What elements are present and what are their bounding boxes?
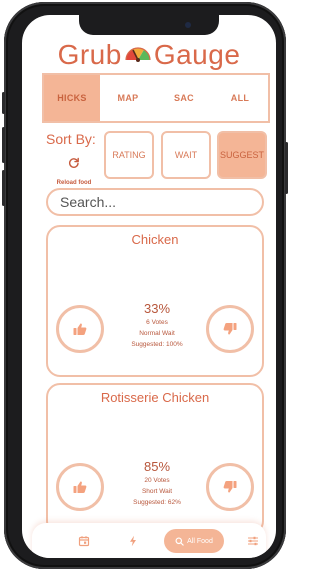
- nav-lightning[interactable]: [125, 533, 141, 549]
- sort-label-container: Sort By:: [46, 131, 104, 149]
- nav-all-food-label: All Food: [187, 537, 213, 545]
- lightning-icon: [130, 535, 136, 547]
- nav-filters[interactable]: [245, 533, 261, 549]
- rating-percent: 33%: [143, 301, 171, 316]
- wait-status: Normal Wait: [139, 330, 175, 337]
- food-name: Chicken: [131, 232, 179, 247]
- reload-icon: [68, 157, 79, 168]
- vote-count: 20 Votes: [144, 477, 170, 484]
- phone-side-button: [2, 92, 5, 114]
- tab-all[interactable]: ALL: [212, 75, 268, 121]
- nav-calendar[interactable]: [76, 533, 92, 549]
- bottom-nav: All Food: [32, 523, 266, 558]
- thumbs-down-button[interactable]: [206, 305, 254, 353]
- food-stats: 85% 20 Votes Short Wait Suggested: 62%: [106, 459, 208, 508]
- suggested-percent: Suggested: 100%: [131, 341, 183, 348]
- tab-map[interactable]: MAP: [100, 75, 156, 121]
- sort-wait-button[interactable]: WAIT: [161, 131, 211, 179]
- tab-sac[interactable]: SAC: [156, 75, 212, 121]
- food-card: Rotisserie Chicken 85% 20 Votes Short Wa…: [46, 383, 264, 535]
- food-stats: 33% 6 Votes Normal Wait Suggested: 100%: [106, 301, 208, 350]
- vote-count: 6 Votes: [146, 319, 168, 326]
- thumbs-down-button[interactable]: [206, 463, 254, 511]
- nav-all-food[interactable]: All Food: [164, 529, 224, 553]
- thumbs-up-button[interactable]: [56, 305, 104, 353]
- gauge-icon: [125, 47, 151, 62]
- sort-label: Sort By:: [46, 131, 96, 147]
- rating-percent: 85%: [143, 459, 171, 474]
- search-icon: [175, 536, 184, 546]
- wait-status: Short Wait: [141, 488, 173, 495]
- calendar-icon: [78, 536, 90, 547]
- app: Grub Gauge HICKS MAP SAC ALL Sort By: Re…: [22, 15, 276, 558]
- tab-hicks[interactable]: HICKS: [44, 75, 100, 121]
- thumbs-up-icon: [73, 323, 87, 335]
- phone-side-button: [2, 127, 5, 163]
- search-input[interactable]: [46, 188, 264, 216]
- phone-side-button: [285, 142, 288, 194]
- sliders-icon: [248, 536, 258, 546]
- food-card: Chicken 33% 6 Votes Normal Wait Suggeste…: [46, 225, 264, 377]
- phone-screen: Grub Gauge HICKS MAP SAC ALL Sort By: Re…: [22, 15, 276, 558]
- camera-icon: [185, 22, 191, 28]
- logo-text-left: Grub: [57, 39, 122, 70]
- phone-side-button: [2, 170, 5, 206]
- logo-text-right: Gauge: [153, 39, 241, 70]
- reload-food-label: Reload food: [56, 180, 92, 186]
- thumbs-down-icon: [223, 323, 237, 335]
- sort-rating-button[interactable]: RATING: [104, 131, 154, 179]
- food-name: Rotisserie Chicken: [100, 390, 210, 405]
- thumbs-up-button[interactable]: [56, 463, 104, 511]
- location-tabs: HICKS MAP SAC ALL: [42, 73, 270, 123]
- thumbs-down-icon: [223, 481, 237, 493]
- app-logo: Grub Gauge: [22, 37, 276, 73]
- suggested-percent: Suggested: 62%: [133, 499, 181, 506]
- reload-food-button[interactable]: Reload food: [44, 157, 104, 189]
- phone-frame: Grub Gauge HICKS MAP SAC ALL Sort By: Re…: [2, 2, 288, 569]
- thumbs-up-icon: [73, 481, 87, 493]
- notch: [79, 15, 219, 35]
- sort-suggest-button[interactable]: SUGGEST: [217, 131, 267, 179]
